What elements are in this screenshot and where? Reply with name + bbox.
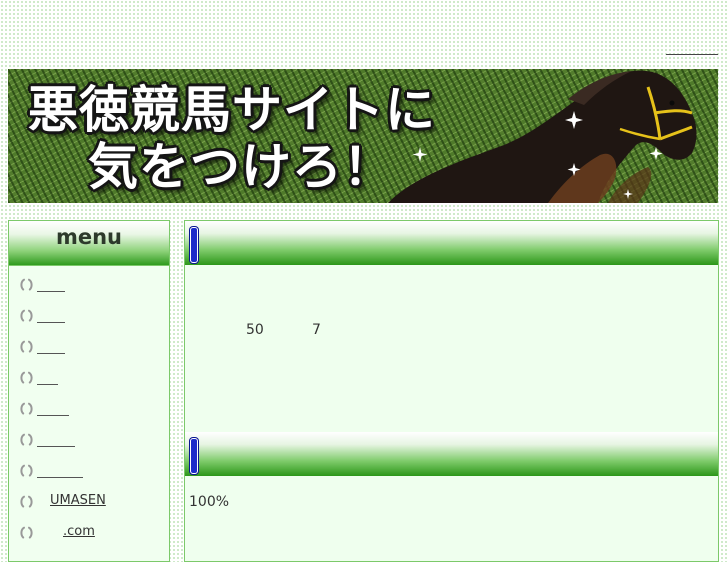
section-heading-bar: [185, 432, 718, 476]
banner-title-line-2: 気をつけろ！: [88, 138, 394, 196]
horseshoe-icon: [20, 309, 33, 321]
section-heading-bar: [185, 221, 718, 265]
banner-title-line-1: 悪徳競馬サイトに: [28, 81, 436, 139]
menu-item[interactable]: [20, 274, 65, 294]
menu-link[interactable]: [37, 400, 69, 416]
section-text-number: 7: [312, 322, 321, 338]
menu-item-com[interactable]: .com: [20, 522, 95, 542]
section-text-percent: 100%: [189, 494, 230, 510]
horseshoe-icon: [20, 402, 33, 414]
menu-link[interactable]: [37, 338, 65, 354]
header-banner: 悪徳競馬サイトに 気をつけろ！: [8, 69, 718, 203]
horseshoe-icon: [20, 495, 33, 507]
menu-item[interactable]: [20, 305, 65, 325]
sidebar-menu: menu UMASEN .com: [8, 220, 170, 562]
menu-link[interactable]: [37, 369, 58, 385]
menu-link[interactable]: [37, 307, 65, 323]
menu-title: menu: [55, 225, 123, 249]
horseshoe-icon: [20, 526, 33, 538]
menu-link[interactable]: [37, 462, 83, 478]
blue-bar-icon: [190, 438, 198, 474]
menu-link[interactable]: [37, 276, 65, 292]
menu-link[interactable]: [37, 431, 75, 447]
horseshoe-icon: [20, 433, 33, 445]
main-content: 50 7 100%: [184, 220, 719, 562]
menu-item-umasen[interactable]: UMASEN: [20, 491, 106, 511]
menu-item[interactable]: [20, 398, 69, 418]
horseshoe-icon: [20, 278, 33, 290]
horseshoe-icon: [20, 371, 33, 383]
menu-item[interactable]: [20, 460, 83, 480]
section-text-number: 50: [246, 322, 264, 338]
menu-item[interactable]: [20, 367, 58, 387]
horseshoe-icon: [20, 464, 33, 476]
horseshoe-icon: [20, 340, 33, 352]
menu-item[interactable]: [20, 336, 65, 356]
menu-item[interactable]: [20, 429, 75, 449]
menu-link-com[interactable]: .com: [37, 524, 95, 540]
menu-link-umasen[interactable]: UMASEN: [37, 493, 106, 509]
top-right-link[interactable]: [666, 44, 718, 55]
menu-header: menu: [9, 221, 169, 266]
blue-bar-icon: [190, 227, 198, 263]
